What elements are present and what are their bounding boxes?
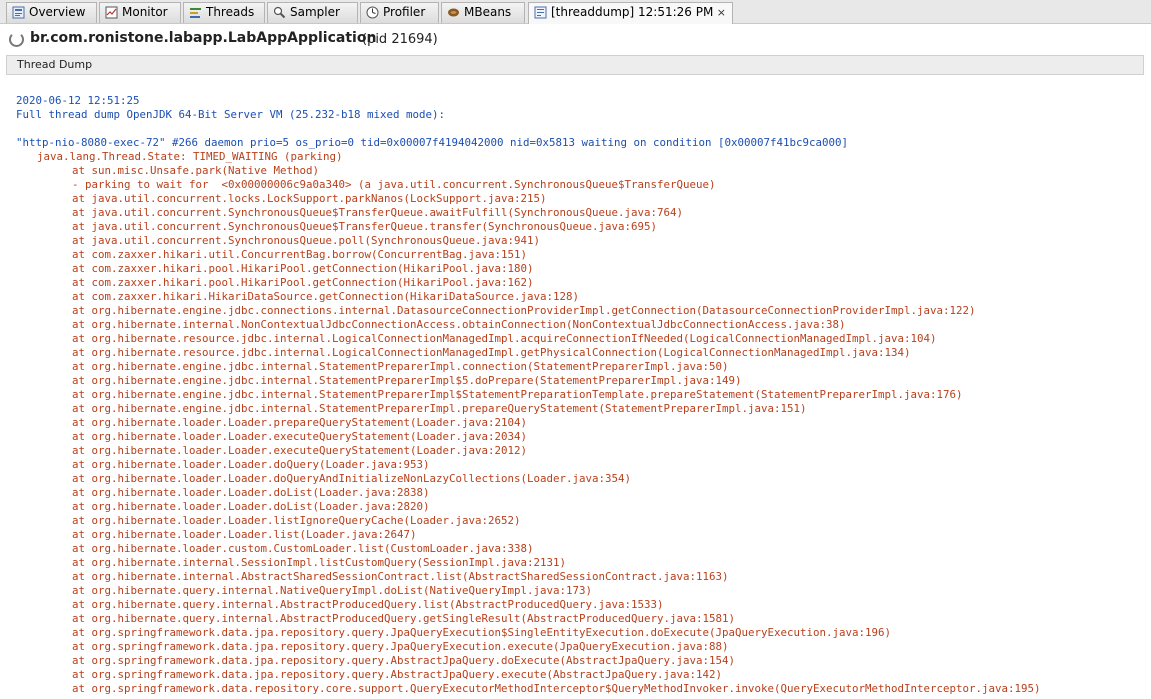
dump-vm-info: Full thread dump OpenJDK 64-Bit Server V… [16, 108, 446, 121]
stack-frames: at sun.misc.Unsafe.park(Native Method) - … [0, 164, 1151, 696]
stack-frame: at java.util.concurrent.SynchronousQueue… [72, 220, 658, 233]
stack-frame: at org.hibernate.resource.jdbc.internal.… [72, 346, 911, 359]
stack-frame: at org.hibernate.loader.Loader.prepareQu… [72, 416, 528, 429]
tab-mbeans[interactable]: MBeans [441, 2, 525, 23]
thread-dump-text: 2020-06-12 12:51:25 Full thread dump Ope… [0, 94, 1151, 699]
sampler-icon [273, 6, 286, 19]
stack-frame: at org.hibernate.loader.Loader.doQueryAn… [72, 472, 632, 485]
process-id: (pid 21694) [362, 32, 438, 47]
thread-state: java.lang.Thread.State: TIMED_WAITING (p… [37, 150, 343, 163]
stack-frame: at java.util.concurrent.locks.LockSuppor… [72, 192, 547, 205]
tab-sampler[interactable]: Sampler [267, 2, 358, 23]
section-title: Thread Dump [17, 58, 93, 71]
stack-frame: at org.hibernate.engine.jdbc.internal.St… [72, 388, 963, 401]
threaddump-icon [534, 6, 547, 19]
tab-overview[interactable]: Overview [6, 2, 97, 23]
profiler-icon [366, 6, 379, 19]
stack-frame: at sun.misc.Unsafe.park(Native Method) [72, 164, 320, 177]
stack-frame: at org.hibernate.engine.jdbc.internal.St… [72, 374, 742, 387]
stack-frame: at org.hibernate.query.internal.Abstract… [72, 612, 736, 625]
stack-frame: at org.hibernate.loader.Loader.doQuery(L… [72, 458, 430, 471]
stack-frame: at org.hibernate.loader.Loader.listIgnor… [72, 514, 521, 527]
loading-spinner-icon [9, 32, 24, 47]
stack-frame: at com.zaxxer.hikari.pool.HikariPool.get… [72, 276, 534, 289]
stack-frame: at org.hibernate.loader.custom.CustomLoa… [72, 542, 534, 555]
stack-frame: at org.hibernate.engine.jdbc.internal.St… [72, 360, 729, 373]
thread-header: "http-nio-8080-exec-72" #266 daemon prio… [16, 136, 849, 149]
tab-threads[interactable]: Threads [183, 2, 265, 23]
stack-frame: at org.hibernate.query.internal.NativeQu… [72, 584, 593, 597]
stack-frame: at org.hibernate.internal.SessionImpl.li… [72, 556, 567, 569]
tab-label: [threaddump] 12:51:26 PM [551, 5, 714, 19]
tab-label: Sampler [290, 5, 340, 19]
stack-frame: at java.util.concurrent.SynchronousQueue… [72, 234, 541, 247]
stack-frame: at com.zaxxer.hikari.HikariDataSource.ge… [72, 290, 580, 303]
application-name: br.com.ronistone.labapp.LabAppApplicatio… [30, 30, 377, 46]
tab-label: Threads [206, 5, 255, 19]
thread-dump-section-header: Thread Dump [6, 55, 1144, 75]
stack-frame: at org.hibernate.internal.AbstractShared… [72, 570, 729, 583]
stack-frame: at org.hibernate.loader.Loader.list(Load… [72, 528, 417, 541]
stack-frame: at java.util.concurrent.SynchronousQueue… [72, 206, 684, 219]
stack-frame: at org.hibernate.engine.jdbc.connections… [72, 304, 976, 317]
stack-frame: at org.springframework.data.jpa.reposito… [72, 640, 729, 653]
stack-frame: - parking to wait for <0x00000006c9a0a34… [72, 178, 716, 191]
tab-label: Overview [29, 5, 86, 19]
stack-frame: at org.springframework.data.jpa.reposito… [72, 668, 723, 681]
stack-frame: at org.hibernate.loader.Loader.doList(Lo… [72, 500, 430, 513]
close-icon[interactable]: × [717, 3, 726, 22]
stack-frame: at com.zaxxer.hikari.pool.HikariPool.get… [72, 262, 534, 275]
stack-frame: at org.hibernate.loader.Loader.executeQu… [72, 444, 528, 457]
tab-threaddump[interactable]: [threaddump] 12:51:26 PM × [528, 2, 733, 24]
app-header: br.com.ronistone.labapp.LabAppApplicatio… [0, 27, 1151, 52]
tab-label: Profiler [383, 5, 426, 19]
tab-profiler[interactable]: Profiler [360, 2, 439, 23]
stack-frame: at org.hibernate.internal.NonContextualJ… [72, 318, 846, 331]
stack-frame: at com.zaxxer.hikari.util.ConcurrentBag.… [72, 248, 528, 261]
threads-icon [190, 8, 201, 18]
mbeans-icon [448, 8, 459, 17]
overview-icon [12, 6, 25, 19]
stack-frame: at org.springframework.data.jpa.reposito… [72, 654, 736, 667]
tab-label: MBeans [464, 5, 512, 19]
stack-frame: at org.springframework.data.jpa.reposito… [72, 626, 892, 639]
tab-label: Monitor [122, 5, 168, 19]
tab-monitor[interactable]: Monitor [99, 2, 181, 23]
tab-bar: Overview Monitor Threads Sampler Profile… [0, 0, 1151, 24]
dump-timestamp: 2020-06-12 12:51:25 [16, 94, 140, 107]
monitor-icon [105, 6, 118, 19]
stack-frame: at org.hibernate.query.internal.Abstract… [72, 598, 664, 611]
stack-frame: at org.hibernate.loader.Loader.doList(Lo… [72, 486, 430, 499]
stack-frame: at org.springframework.data.repository.c… [72, 682, 1041, 695]
stack-frame: at org.hibernate.engine.jdbc.internal.St… [72, 402, 807, 415]
stack-frame: at org.hibernate.loader.Loader.executeQu… [72, 430, 528, 443]
stack-frame: at org.hibernate.resource.jdbc.internal.… [72, 332, 937, 345]
